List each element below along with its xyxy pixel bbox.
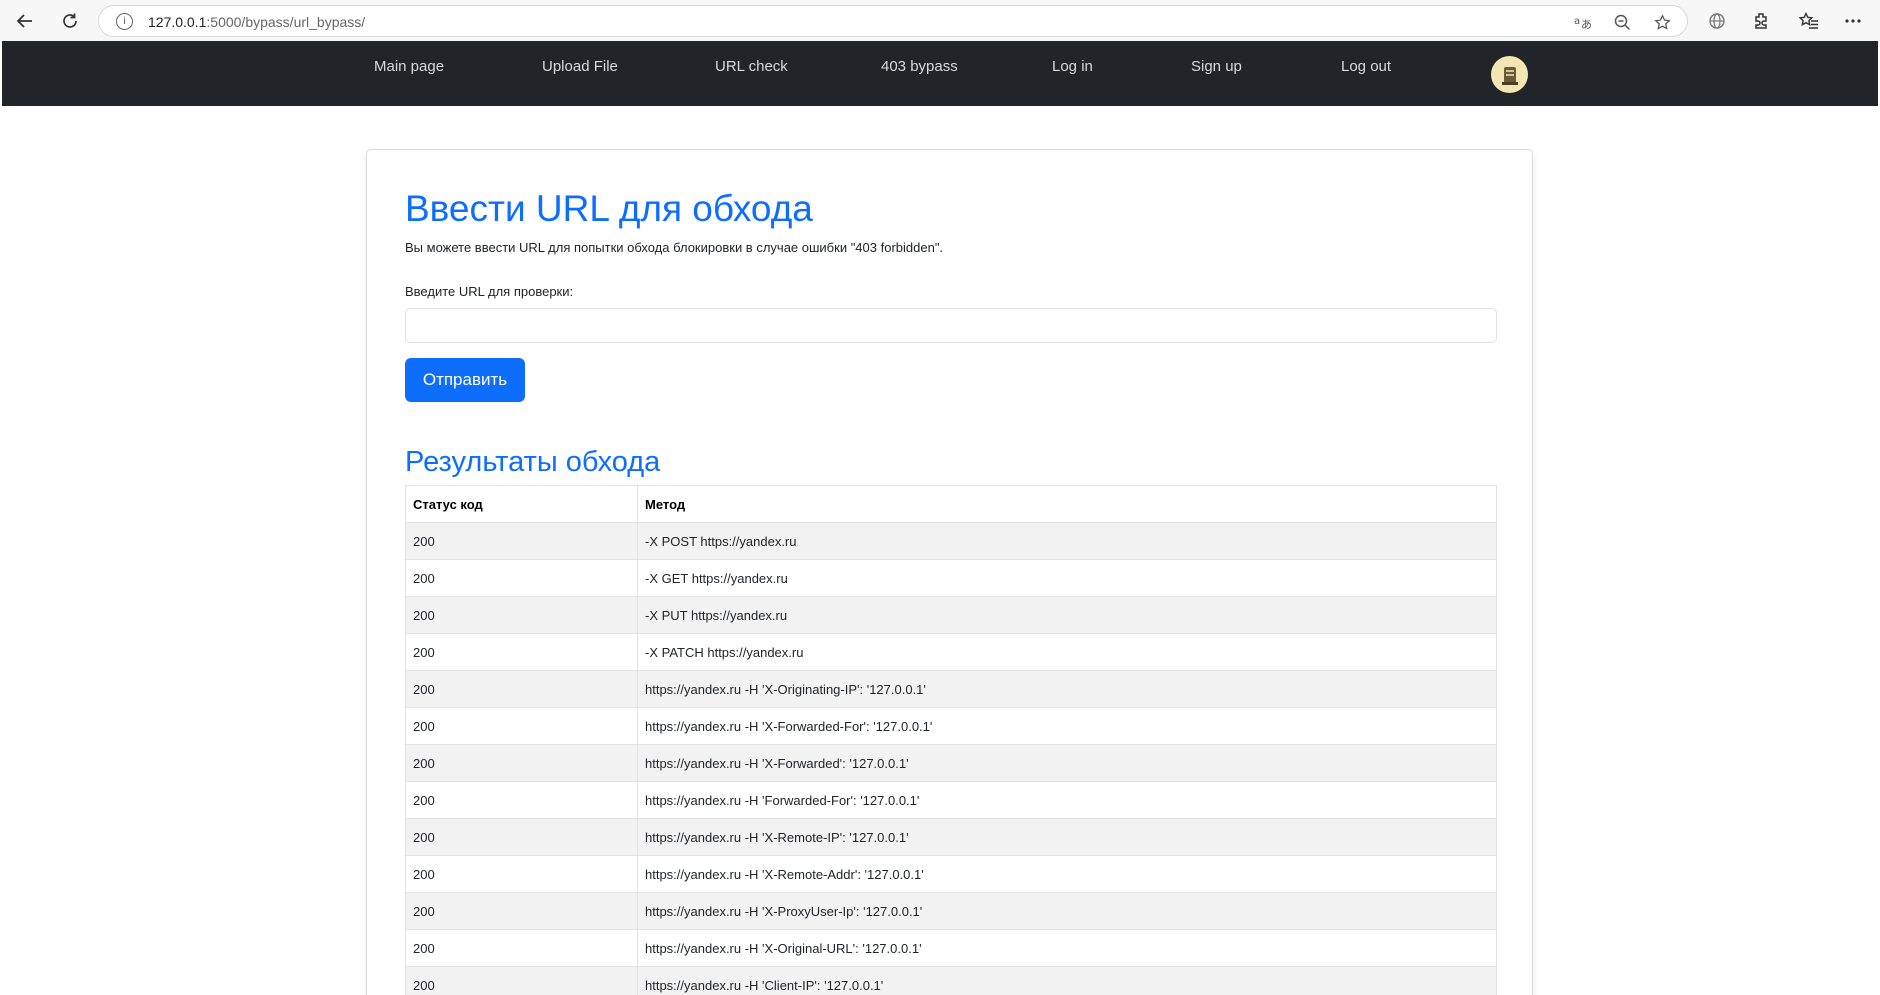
table-row: 200 -X PUT https://yandex.ru (405, 596, 1497, 634)
translate-icon[interactable]: aあ (1573, 12, 1593, 32)
header-method: Метод (637, 485, 1497, 523)
status-code-cell: 200 (405, 781, 638, 819)
results-title: Результаты обхода (405, 446, 661, 478)
nav-log-in[interactable]: Log in (1052, 58, 1093, 75)
method-cell: https://yandex.ru -H 'X-Forwarded-For': … (637, 707, 1497, 745)
bypass-card: Ввести URL для обхода Вы можете ввести U… (366, 149, 1533, 995)
method-cell: https://yandex.ru -H 'X-Original-URL': '… (637, 929, 1497, 967)
method-cell: https://yandex.ru -H 'X-ProxyUser-Ip': '… (637, 892, 1497, 930)
status-code-cell: 200 (405, 892, 638, 930)
submit-button[interactable]: Отправить (405, 358, 525, 402)
method-cell: -X PUT https://yandex.ru (637, 596, 1497, 634)
nav-upload-file[interactable]: Upload File (542, 58, 618, 75)
method-cell: -X POST https://yandex.ru (637, 522, 1497, 560)
nav-log-out[interactable]: Log out (1341, 58, 1391, 75)
address-url[interactable]: 127.0.0.1:5000/bypass/url_bypass/ (148, 14, 365, 30)
status-code-cell: 200 (405, 818, 638, 856)
status-code-cell: 200 (405, 929, 638, 967)
back-arrow-icon[interactable] (10, 6, 40, 36)
url-input[interactable] (405, 308, 1497, 343)
more-icon[interactable] (1841, 9, 1865, 33)
method-cell: https://yandex.ru -H 'X-Remote-IP': '127… (637, 818, 1497, 856)
header-status-code: Статус код (405, 485, 638, 523)
method-cell: -X GET https://yandex.ru (637, 559, 1497, 597)
page-title: Ввести URL для обхода (405, 188, 813, 229)
table-row: 200 https://yandex.ru -H 'Forwarded-For':… (405, 781, 1497, 819)
extensions-icon[interactable] (1749, 9, 1773, 33)
table-row: 200 -X GET https://yandex.ru (405, 559, 1497, 597)
results-table: Статус код Метод 200 -X POST https://yand… (405, 485, 1497, 995)
table-row: 200 -X POST https://yandex.ru (405, 522, 1497, 560)
favorites-icon[interactable] (1797, 9, 1821, 33)
star-icon[interactable] (1652, 12, 1672, 32)
method-cell: -X PATCH https://yandex.ru (637, 633, 1497, 671)
table-row: 200 https://yandex.ru -H 'X-Forwarded-For… (405, 707, 1497, 745)
table-row: 200 https://yandex.ru -H 'X-ProxyUser-Ip'… (405, 892, 1497, 930)
status-code-cell: 200 (405, 633, 638, 671)
table-row: 200 https://yandex.ru -H 'X-Remote-Addr':… (405, 855, 1497, 893)
site-navbar: Main page Upload File URL check 403 bypa… (2, 41, 1878, 106)
status-code-cell: 200 (405, 559, 638, 597)
method-cell: https://yandex.ru -H 'X-Originating-IP':… (637, 670, 1497, 708)
table-row: 200 https://yandex.ru -H 'X-Forwarded': '… (405, 744, 1497, 782)
table-row: 200 https://yandex.ru -H 'X-Original-URL'… (405, 929, 1497, 967)
status-code-cell: 200 (405, 670, 638, 708)
svg-text:あ: あ (1581, 18, 1592, 30)
method-cell: https://yandex.ru -H 'Client-IP': '127.0… (637, 966, 1497, 995)
status-code-cell: 200 (405, 707, 638, 745)
method-cell: https://yandex.ru -H 'X-Forwarded': '127… (637, 744, 1497, 782)
address-bar[interactable]: i 127.0.0.1:5000/bypass/url_bypass/ aあ (98, 5, 1688, 37)
status-code-cell: 200 (405, 744, 638, 782)
status-code-cell: 200 (405, 855, 638, 893)
user-avatar-icon[interactable] (1491, 56, 1528, 93)
status-code-cell: 200 (405, 596, 638, 634)
table-row: 200 https://yandex.ru -H 'X-Originating-I… (405, 670, 1497, 708)
method-cell: https://yandex.ru -H 'X-Remote-Addr': '1… (637, 855, 1497, 893)
nav-sign-up[interactable]: Sign up (1191, 58, 1242, 75)
nav-403-bypass[interactable]: 403 bypass (881, 58, 958, 75)
page-description: Вы можете ввести URL для попытки обхода … (405, 240, 944, 255)
method-cell: https://yandex.ru -H 'Forwarded-For': '1… (637, 781, 1497, 819)
svg-text:a: a (1574, 16, 1580, 27)
table-row: 200 https://yandex.ru -H 'Client-IP': '12… (405, 966, 1497, 995)
status-code-cell: 200 (405, 966, 638, 995)
nav-main-page[interactable]: Main page (374, 58, 444, 75)
browser-toolbar: i 127.0.0.1:5000/bypass/url_bypass/ aあ (0, 0, 1880, 41)
status-code-cell: 200 (405, 522, 638, 560)
nav-url-check[interactable]: URL check (715, 58, 788, 75)
table-header-row: Статус код Метод (405, 485, 1497, 523)
table-row: 200 https://yandex.ru -H 'X-Remote-IP': '… (405, 818, 1497, 856)
globe-icon[interactable] (1705, 9, 1729, 33)
url-input-label: Введите URL для проверки: (405, 284, 574, 299)
reload-icon[interactable] (55, 6, 85, 36)
table-row: 200 -X PATCH https://yandex.ru (405, 633, 1497, 671)
info-icon[interactable]: i (116, 13, 133, 30)
zoom-out-icon[interactable] (1612, 12, 1632, 32)
